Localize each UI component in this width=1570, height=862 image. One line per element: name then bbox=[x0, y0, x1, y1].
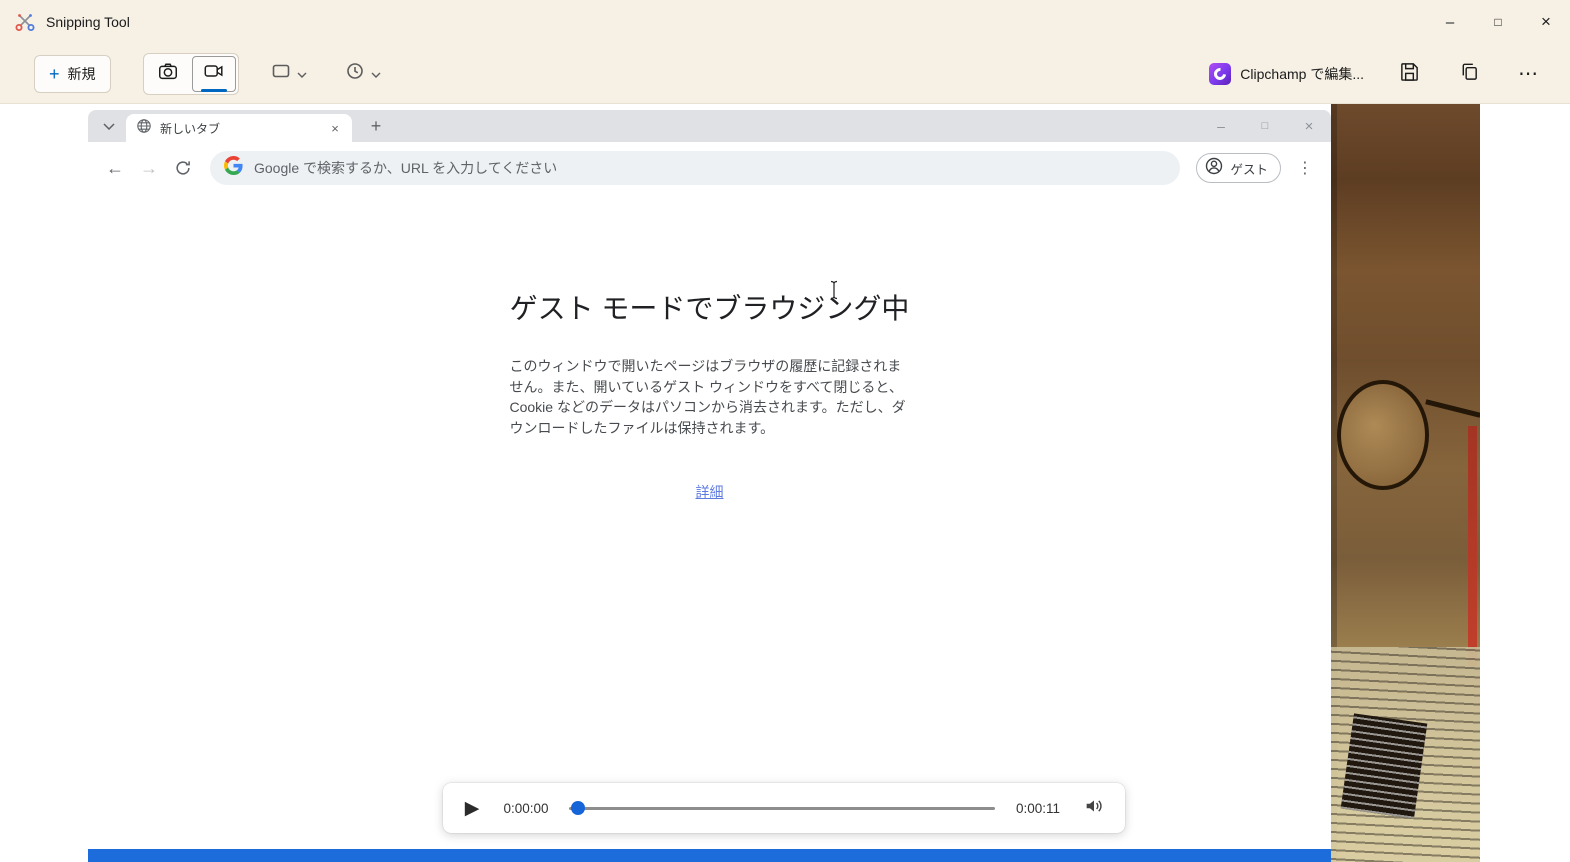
play-button[interactable]: ▶ bbox=[461, 799, 483, 818]
eyeglasses-decoration bbox=[1337, 380, 1429, 490]
capture-shape-dropdown[interactable] bbox=[265, 53, 313, 94]
browser-maximize-button[interactable]: □ bbox=[1243, 110, 1287, 142]
new-capture-label: 新規 bbox=[68, 64, 96, 84]
address-input[interactable] bbox=[254, 160, 1166, 176]
app-title: Snipping Tool bbox=[46, 14, 130, 30]
desktop-background-image bbox=[1331, 104, 1480, 862]
guest-avatar-icon bbox=[1204, 156, 1224, 181]
save-button[interactable] bbox=[1394, 59, 1424, 89]
more-options-button[interactable]: ⋯ bbox=[1514, 59, 1544, 89]
tab-search-button[interactable] bbox=[96, 113, 122, 139]
volume-button[interactable] bbox=[1081, 795, 1107, 821]
text-cursor-icon bbox=[828, 280, 840, 305]
clipchamp-label: Clipchamp で編集... bbox=[1240, 64, 1364, 84]
copy-button[interactable] bbox=[1454, 59, 1484, 89]
globe-icon bbox=[136, 118, 152, 139]
new-capture-button[interactable]: + 新規 bbox=[34, 55, 111, 93]
minimize-icon: – bbox=[1446, 14, 1454, 31]
video-player-controls: ▶ 0:00:00 0:00:11 bbox=[443, 783, 1125, 833]
browser-minimize-button[interactable]: – bbox=[1199, 110, 1243, 142]
progress-bar[interactable] bbox=[569, 807, 995, 810]
delay-dropdown[interactable] bbox=[339, 53, 387, 94]
player-progress-dot[interactable] bbox=[571, 801, 585, 815]
guest-content: ゲスト モードでブラウジング中 このウィンドウで開いたページはブラウザの履歴に記… bbox=[510, 194, 910, 502]
guest-label: ゲスト bbox=[1230, 159, 1268, 178]
details-link[interactable]: 詳細 bbox=[696, 484, 724, 500]
page-body-text: このウィンドウで開いたページはブラウザの履歴に記録されません。また、開いているゲ… bbox=[510, 356, 910, 438]
browser-window-controls: – □ × bbox=[1199, 110, 1331, 142]
video-camera-icon bbox=[203, 60, 225, 87]
page-heading: ゲスト モードでブラウジング中 bbox=[510, 288, 910, 330]
total-duration: 0:00:11 bbox=[1013, 801, 1063, 816]
plus-icon: + bbox=[49, 65, 60, 83]
google-logo-icon bbox=[224, 156, 243, 180]
tab-title: 新しいタブ bbox=[160, 120, 318, 137]
maximize-icon: □ bbox=[1494, 15, 1501, 29]
record-mode-button[interactable] bbox=[192, 56, 236, 92]
edit-in-clipchamp-button[interactable]: Clipchamp で編集... bbox=[1209, 63, 1364, 85]
back-button[interactable]: ← bbox=[100, 153, 130, 183]
recorded-browser-window: 新しいタブ × + – □ × ← → bbox=[88, 110, 1331, 849]
titlebar: Snipping Tool – □ × bbox=[0, 0, 1570, 44]
save-icon bbox=[1399, 61, 1420, 87]
camera-icon bbox=[157, 60, 179, 87]
browser-menu-button[interactable]: ⋮ bbox=[1291, 154, 1319, 182]
snapshot-mode-button[interactable] bbox=[146, 56, 190, 92]
snipping-tool-window: Snipping Tool – □ × + 新規 bbox=[0, 0, 1570, 104]
snipping-toolbar: + 新規 bbox=[0, 44, 1570, 104]
selected-mode-indicator bbox=[201, 89, 227, 92]
toolbar-right-group: Clipchamp で編集... bbox=[1209, 59, 1544, 89]
newspaper-photo-decoration bbox=[1341, 713, 1428, 818]
guest-mode-page: ゲスト モードでブラウジング中 このウィンドウで開いたページはブラウザの履歴に記… bbox=[88, 194, 1331, 849]
browser-close-button[interactable]: × bbox=[1287, 110, 1331, 142]
snipping-tool-icon bbox=[14, 11, 36, 33]
capture-mode-group bbox=[143, 53, 239, 95]
desktop-taskbar-strip bbox=[88, 849, 1331, 862]
close-button[interactable]: × bbox=[1522, 0, 1570, 44]
browser-tab-new-tab[interactable]: 新しいタブ × bbox=[126, 114, 352, 142]
clipchamp-logo-icon bbox=[1209, 63, 1231, 85]
address-bar[interactable] bbox=[210, 151, 1180, 185]
guest-profile-button[interactable]: ゲスト bbox=[1196, 153, 1281, 183]
chevron-down-icon bbox=[297, 65, 307, 83]
copy-icon bbox=[1459, 61, 1480, 87]
maximize-button[interactable]: □ bbox=[1474, 0, 1522, 44]
new-tab-button[interactable]: + bbox=[362, 112, 390, 140]
tab-close-button[interactable]: × bbox=[326, 119, 344, 137]
eyeglasses-arm-decoration bbox=[1425, 399, 1480, 417]
more-options-icon: ⋯ bbox=[1518, 61, 1540, 86]
forward-button[interactable]: → bbox=[134, 153, 164, 183]
capture-preview: 新しいタブ × + – □ × ← → bbox=[0, 104, 1570, 862]
chevron-down-icon bbox=[371, 65, 381, 83]
browser-tabstrip: 新しいタブ × + – □ × bbox=[88, 110, 1331, 142]
clock-icon bbox=[345, 61, 365, 86]
speaker-icon bbox=[1083, 795, 1105, 822]
close-icon: × bbox=[1541, 12, 1551, 32]
reload-button[interactable] bbox=[168, 153, 198, 183]
current-time: 0:00:00 bbox=[501, 801, 551, 816]
window-controls: – □ × bbox=[1426, 0, 1570, 44]
browser-navbar: ← → bbox=[88, 142, 1331, 194]
minimize-button[interactable]: – bbox=[1426, 0, 1474, 44]
red-strip-decoration bbox=[1468, 426, 1477, 666]
rectangle-shape-icon bbox=[271, 61, 291, 86]
